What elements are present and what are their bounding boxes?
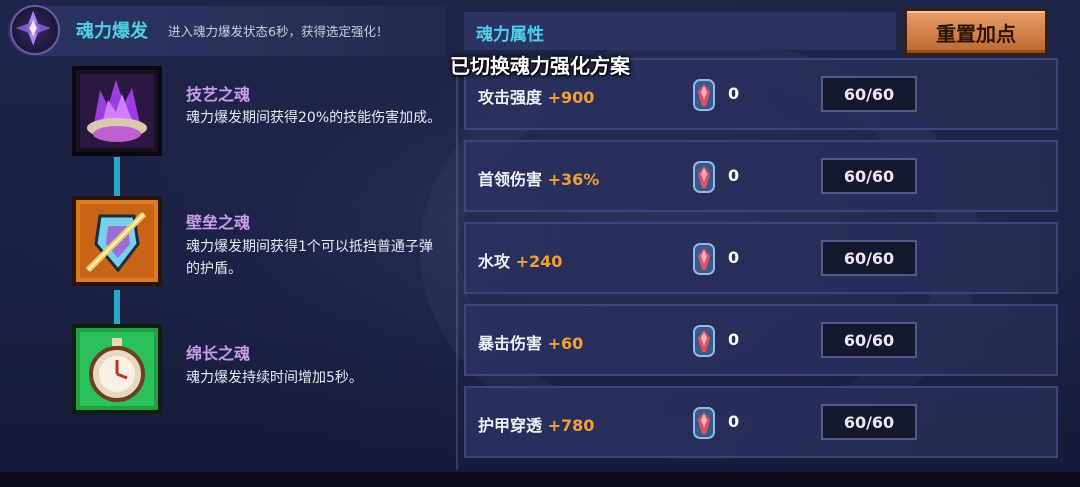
- soul-gem-icon: [693, 325, 715, 357]
- gem-count: 0: [728, 248, 740, 267]
- gem-count: 0: [728, 330, 740, 349]
- attribute-level: 60/60: [821, 240, 917, 276]
- gem-count: 0: [728, 412, 740, 431]
- attribute-bonus: +780: [547, 416, 595, 435]
- attribute-bonus: +60: [547, 334, 584, 353]
- attributes-title: 魂力属性: [476, 25, 544, 45]
- soul-gem-icon: [693, 407, 715, 439]
- shield-sword-icon: [72, 196, 162, 286]
- attribute-row[interactable]: 暴击伤害 +60 0 60/60: [464, 304, 1058, 376]
- gem-count: 0: [728, 166, 740, 185]
- attribute-label: 暴击伤害 +60: [478, 334, 584, 353]
- soul-gem-icon: [693, 79, 715, 111]
- soul-description-endurance: 魂力爆发持续时间增加5秒。: [186, 370, 363, 386]
- attribute-label: 护甲穿透 +780: [478, 416, 595, 435]
- soul-connector: [114, 290, 120, 324]
- attribute-level: 60/60: [821, 322, 917, 358]
- soul-name-bulwark: 壁垒之魂: [186, 213, 251, 232]
- attribute-bonus: +900: [547, 88, 595, 107]
- soul-burst-title: 魂力爆发: [76, 21, 148, 42]
- soul-bulwark-slot[interactable]: [72, 196, 162, 286]
- flame-bowl-icon: [72, 66, 162, 156]
- attribute-row[interactable]: 首领伤害 +36% 0 60/60: [464, 140, 1058, 212]
- soul-description-skill: 魂力爆发期间获得20%的技能伤害加成。: [186, 110, 442, 126]
- toast-message: 已切换魂力强化方案: [450, 54, 630, 78]
- attribute-bonus: +36%: [547, 170, 600, 189]
- soul-gem-icon: [693, 161, 715, 193]
- soul-burst-icon: [10, 5, 60, 55]
- soul-burst-description: 进入魂力爆发状态6秒，获得选定强化！: [168, 24, 389, 39]
- reset-points-button[interactable]: 重置加点: [904, 8, 1048, 56]
- soul-gem-icon: [693, 243, 715, 275]
- attribute-level: 60/60: [821, 158, 917, 194]
- stopwatch-icon: [72, 324, 162, 414]
- attribute-label: 首领伤害 +36%: [478, 170, 600, 189]
- bottom-bar: [0, 472, 1080, 487]
- soul-description-bulwark: 魂力爆发期间获得1个可以抵挡普通子弹的护盾。: [186, 239, 433, 277]
- soul-connector: [114, 157, 120, 197]
- attribute-label: 攻击强度 +900: [478, 88, 595, 107]
- panel-divider: [456, 60, 458, 470]
- attribute-row[interactable]: 护甲穿透 +780 0 60/60: [464, 386, 1058, 458]
- attribute-level: 60/60: [821, 404, 917, 440]
- soul-name-endurance: 绵长之魂: [186, 344, 251, 363]
- soul-name-skill: 技艺之魂: [186, 85, 251, 104]
- soul-skill-slot[interactable]: [72, 66, 162, 156]
- gem-count: 0: [728, 84, 740, 103]
- attribute-level: 60/60: [821, 76, 917, 112]
- attribute-label: 水攻 +240: [478, 252, 563, 271]
- attribute-row[interactable]: 水攻 +240 0 60/60: [464, 222, 1058, 294]
- soul-endurance-slot[interactable]: [72, 324, 162, 414]
- attribute-bonus: +240: [515, 252, 563, 271]
